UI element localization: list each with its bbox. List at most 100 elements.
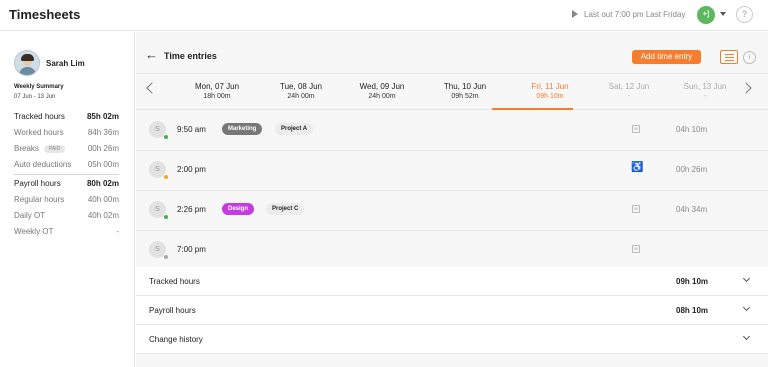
- day-hours: 24h 00m: [368, 93, 396, 100]
- day-tab-tue[interactable]: Tue, 08 Jun 24h 00m: [260, 82, 342, 100]
- stat-label: Regular hours: [14, 195, 65, 204]
- avatar: [14, 50, 40, 76]
- stat-weekly-ot: Weekly OT -: [14, 227, 119, 239]
- day-hours: 09h 52m: [451, 93, 479, 100]
- project-tag: Project A: [275, 123, 314, 135]
- stat-daily-ot: Daily OT 40h 02m: [14, 211, 119, 223]
- paid-badge: PAID: [44, 145, 66, 153]
- stat-label: Worked hours: [14, 128, 64, 137]
- stat-payroll-hours: Payroll hours 80h 02m: [14, 179, 119, 191]
- add-time-entry-button[interactable]: Add time entry: [632, 50, 701, 64]
- back-arrow-icon[interactable]: ←: [145, 48, 158, 61]
- chevron-left-icon[interactable]: [146, 82, 158, 94]
- time-entry-row[interactable]: S 2:26 pm Design Project C M 04h 34m: [136, 191, 768, 231]
- stat-auto-deductions: Auto deductions 05h 00m: [14, 160, 119, 172]
- chevron-down-icon[interactable]: [742, 274, 751, 283]
- activity-tag: Marketing: [222, 123, 263, 135]
- stat-label: Breaks: [14, 144, 39, 153]
- stat-value: 80h 02m: [86, 179, 119, 188]
- active-day-indicator: [492, 108, 573, 110]
- summary-value: 09h 10m: [676, 277, 709, 286]
- manual-entry-icon: M: [632, 125, 640, 133]
- stat-regular-hours: Regular hours 40h 00m: [14, 195, 119, 207]
- stat-value: 40h 00m: [87, 195, 119, 204]
- user-name: Sarah Lim: [46, 59, 85, 68]
- week-range: 07 Jun - 13 Jun: [14, 94, 56, 100]
- day-hours: 18h 00m: [203, 93, 231, 100]
- day-tab-wed[interactable]: Wed, 09 Jun 24h 00m: [341, 82, 423, 100]
- stat-value: 05h 00m: [87, 160, 119, 169]
- stat-worked-hours: Worked hours 84h 36m: [14, 128, 119, 140]
- status-dot: [164, 175, 168, 179]
- entry-duration: 00h 26m: [676, 165, 708, 174]
- weekly-summary-title: Weekly Summary: [14, 84, 64, 90]
- chevron-down-icon[interactable]: [742, 303, 751, 312]
- day-name: Thu, 10 Jun: [443, 82, 487, 91]
- stat-tracked-hours: Tracked hours 85h 02m: [14, 112, 119, 124]
- date-navigation: Mon, 07 Jun 18h 00m Tue, 08 Jun 24h 00m …: [136, 73, 768, 110]
- chevron-down-icon[interactable]: [720, 12, 726, 16]
- help-icon[interactable]: ?: [736, 6, 753, 23]
- day-name: Sat, 12 Jun: [608, 82, 650, 91]
- entry-time: 9:50 am: [177, 125, 206, 134]
- stat-value: 00h 26m: [87, 144, 119, 153]
- stat-label: Payroll hours: [14, 179, 61, 188]
- entry-duration: 04h 10m: [676, 125, 708, 134]
- time-entry-row[interactable]: S 9:50 am Marketing Project A M 04h 10m: [136, 111, 768, 151]
- manual-entry-icon: M: [632, 245, 640, 253]
- time-entries-panel: ← Time entries Add time entry i Mon, 07 …: [136, 32, 768, 367]
- day-tab-fri[interactable]: Fri, 11 Jun 09h 10m: [509, 82, 591, 100]
- stat-label: Tracked hours: [14, 112, 65, 121]
- entry-duration: 04h 34m: [676, 205, 708, 214]
- payroll-hours-row[interactable]: Payroll hours 08h 10m: [136, 296, 768, 325]
- entry-time: 7:00 pm: [177, 245, 206, 254]
- info-icon[interactable]: i: [743, 51, 756, 64]
- break-icon: ♿: [631, 162, 644, 173]
- activity-tag: Design: [222, 203, 255, 215]
- stat-label: Weekly OT: [14, 227, 54, 236]
- day-tab-thu[interactable]: Thu, 10 Jun 09h 52m: [424, 82, 506, 100]
- day-name: Wed, 09 Jun: [359, 82, 405, 91]
- day-name: Tue, 08 Jun: [280, 82, 322, 91]
- weekly-summary-sidebar: Sarah Lim Weekly Summary 07 Jun - 13 Jun…: [0, 32, 135, 367]
- time-entry-row[interactable]: S 2:00 pm ♿ 00h 26m: [136, 151, 768, 191]
- status-dot: [164, 215, 168, 219]
- status-dot: [164, 135, 168, 139]
- day-tab-sat[interactable]: Sat, 12 Jun -: [588, 82, 670, 100]
- day-hours: 09h 10m: [536, 93, 564, 100]
- time-entry-row[interactable]: S 7:00 pm M: [136, 231, 768, 271]
- app-title: Timesheets: [9, 7, 81, 22]
- chevron-down-icon[interactable]: [742, 332, 751, 341]
- stat-value: 84h 36m: [87, 128, 119, 137]
- manual-entry-icon: M: [632, 205, 640, 213]
- play-icon[interactable]: [572, 10, 578, 18]
- day-hours: -: [703, 93, 707, 100]
- day-tab-sun[interactable]: Sun, 13 Jun -: [664, 82, 746, 100]
- stat-value: 85h 02m: [86, 112, 119, 121]
- stat-value: -: [116, 227, 119, 236]
- summary-label: Payroll hours: [149, 306, 196, 315]
- stat-label: Daily OT: [14, 211, 46, 220]
- list-view-icon[interactable]: [720, 50, 738, 64]
- clock-in-button[interactable]: +]: [697, 6, 715, 24]
- top-bar: Timesheets Last out 7:00 pm Last Friday …: [0, 0, 768, 31]
- day-name: Mon, 07 Jun: [194, 82, 240, 91]
- change-history-row[interactable]: Change history: [136, 325, 768, 354]
- page-title: Time entries: [164, 51, 217, 61]
- summary-label: Change history: [149, 335, 203, 344]
- day-tab-mon[interactable]: Mon, 07 Jun 18h 00m: [176, 82, 258, 100]
- day-name: Fri, 11 Jun: [531, 82, 569, 91]
- stat-label: Auto deductions: [14, 160, 72, 169]
- divider: [14, 174, 119, 175]
- project-tag: Project C: [266, 203, 305, 215]
- day-name: Sun, 13 Jun: [683, 82, 727, 91]
- summary-label: Tracked hours: [149, 277, 200, 286]
- day-hours: 24h 00m: [287, 93, 315, 100]
- entry-time: 2:26 pm: [177, 205, 206, 214]
- last-out-status: Last out 7:00 pm Last Friday: [584, 10, 686, 19]
- status-dot: [164, 255, 168, 259]
- stat-value: 40h 02m: [87, 211, 119, 220]
- entry-time: 2:00 pm: [177, 165, 206, 174]
- day-hours: -: [627, 93, 631, 100]
- tracked-hours-row[interactable]: Tracked hours 09h 10m: [136, 267, 768, 296]
